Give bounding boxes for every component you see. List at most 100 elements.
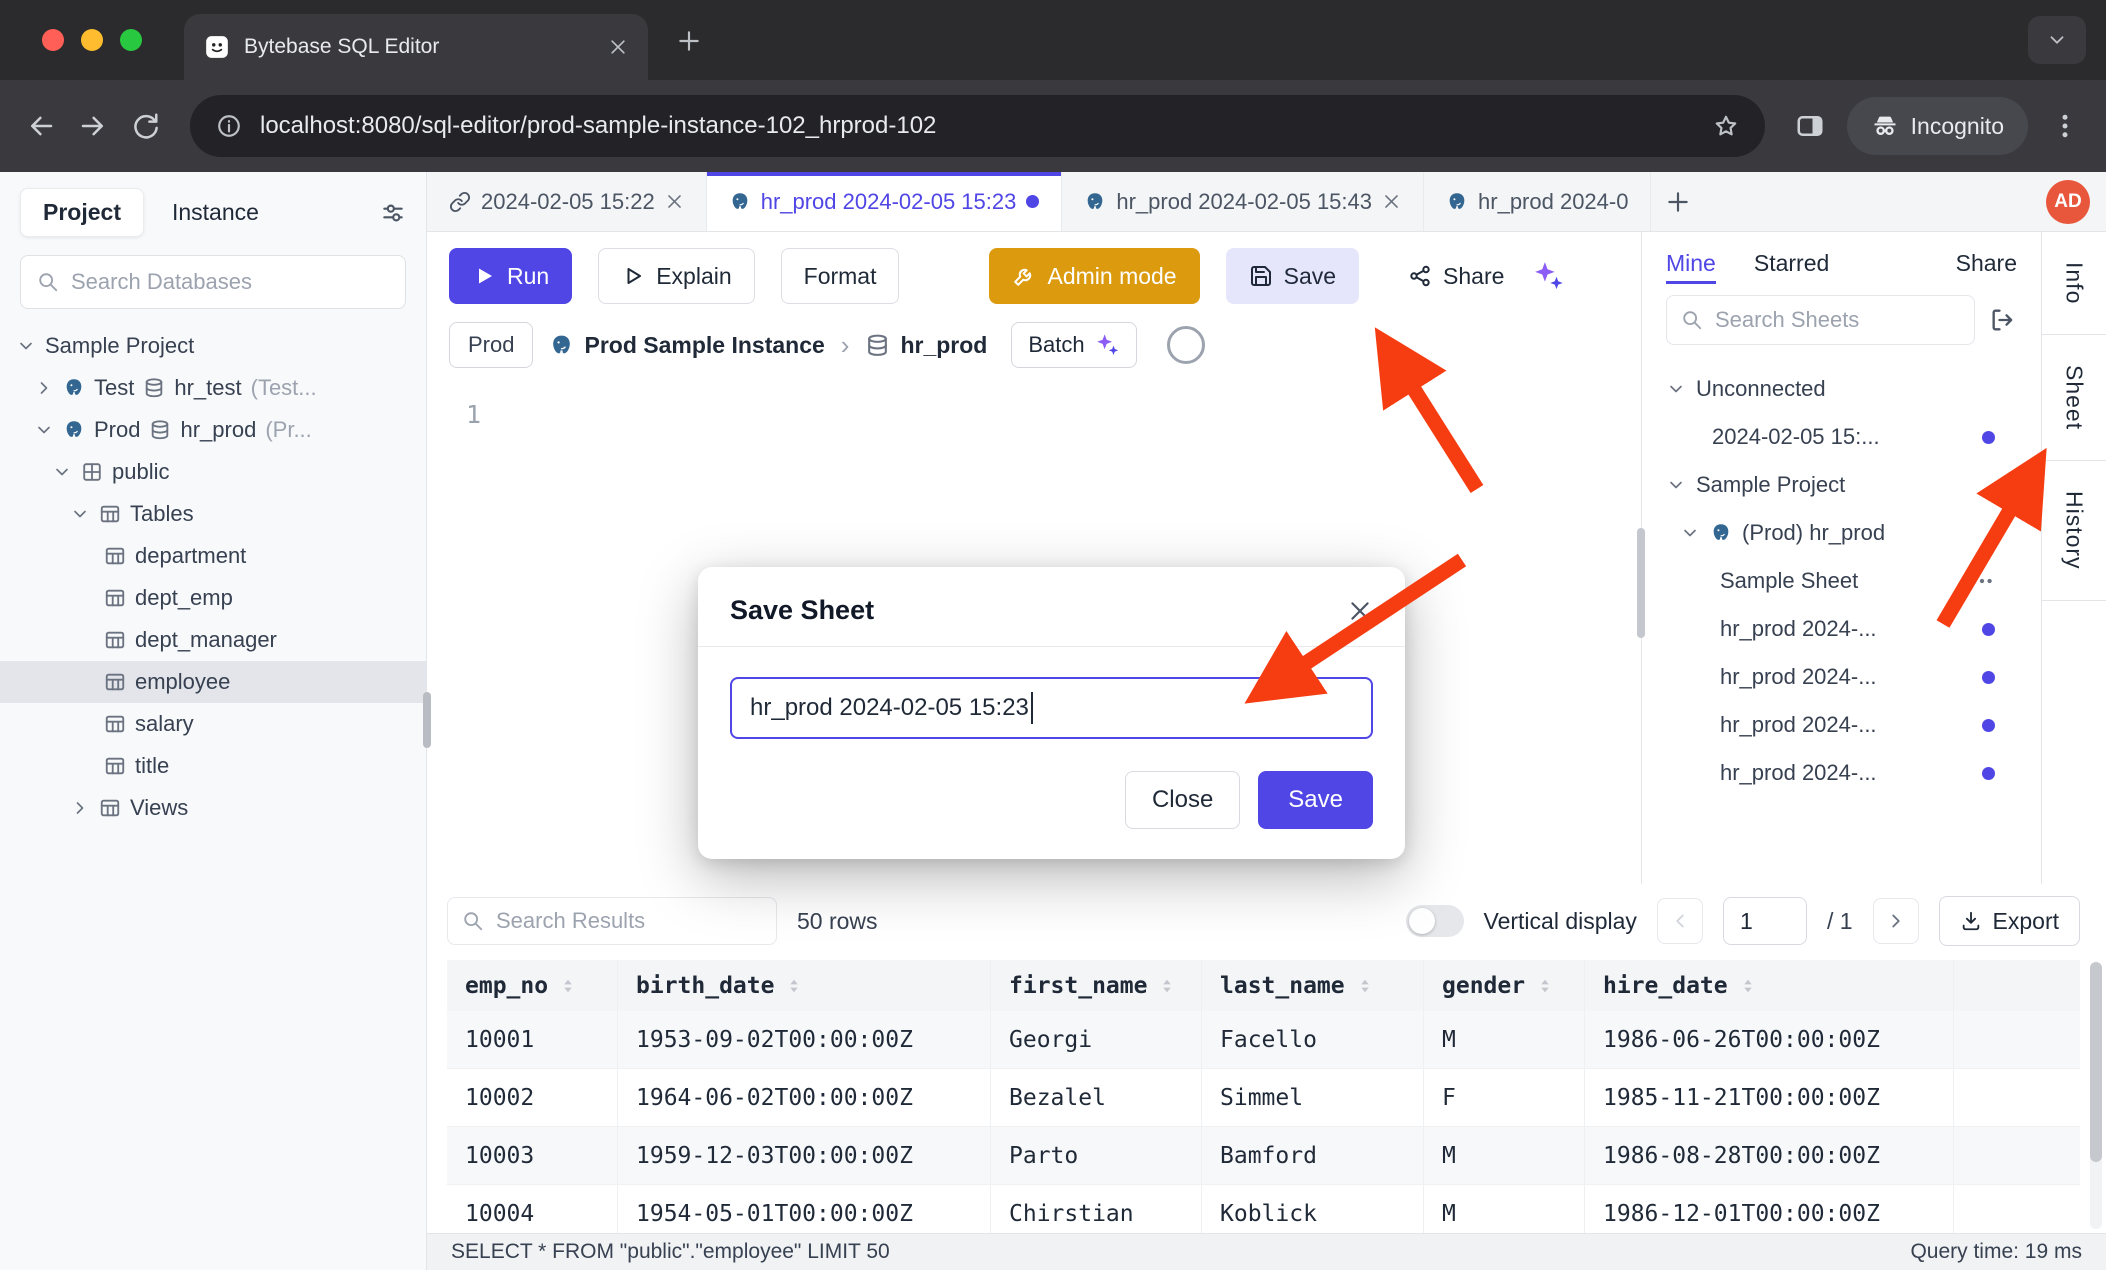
- tree-item[interactable]: Sample Project: [0, 325, 426, 367]
- chevron-down-icon[interactable]: [1666, 475, 1686, 495]
- column-header[interactable]: last_name: [1202, 960, 1424, 1011]
- save-button[interactable]: Save: [1226, 248, 1359, 304]
- tree-item[interactable]: Tables: [0, 493, 426, 535]
- worksheet-tab[interactable]: hr_prod 2024-02-05 15:43: [1062, 172, 1424, 231]
- page-number-input[interactable]: [1740, 908, 1790, 935]
- table-row[interactable]: 100031959-12-03T00:00:00ZPartoBamfordM19…: [447, 1127, 2080, 1185]
- table-row[interactable]: 100011953-09-02T00:00:00ZGeorgiFacelloM1…: [447, 1011, 2080, 1069]
- sort-icon[interactable]: [1535, 976, 1555, 996]
- close-tab-icon[interactable]: [665, 192, 684, 211]
- chevron-down-icon[interactable]: [70, 504, 90, 524]
- sheet-search-input[interactable]: [1715, 307, 1960, 333]
- tree-item[interactable]: department: [0, 535, 426, 577]
- dock-tab[interactable]: History: [2042, 461, 2106, 601]
- sheet-item[interactable]: 2024-02-05 15:...: [1642, 413, 2041, 461]
- environment-chip[interactable]: Prod: [449, 322, 533, 368]
- sidebar-tab[interactable]: Project: [20, 188, 144, 237]
- panel-resize-handle[interactable]: [1637, 528, 1645, 638]
- batch-button[interactable]: Batch: [1011, 322, 1136, 368]
- sheet-item[interactable]: hr_prod 2024-...: [1642, 749, 2041, 797]
- chevron-down-icon[interactable]: [1680, 523, 1700, 543]
- sidebar-resize-handle[interactable]: [423, 692, 431, 748]
- dialog-close-icon[interactable]: [1347, 598, 1373, 624]
- back-icon[interactable]: [26, 111, 56, 141]
- database-search[interactable]: [20, 255, 406, 309]
- worksheet-tab[interactable]: hr_prod 2024-0: [1424, 172, 1651, 231]
- bookmark-star-icon[interactable]: [1713, 113, 1739, 139]
- chevron-down-icon[interactable]: [52, 462, 72, 482]
- tree-item[interactable]: Views: [0, 787, 426, 829]
- results-search[interactable]: [447, 897, 777, 945]
- window-close-button[interactable]: [42, 29, 64, 51]
- prev-page-button[interactable]: [1657, 898, 1703, 944]
- refresh-icon[interactable]: [130, 111, 160, 141]
- collapse-panel-icon[interactable]: [1989, 306, 2017, 334]
- column-header[interactable]: hire_date: [1585, 960, 1954, 1011]
- results-search-input[interactable]: [496, 908, 762, 934]
- table-row[interactable]: 100041954-05-01T00:00:00ZChirstianKoblic…: [447, 1185, 2080, 1233]
- side-panel-icon[interactable]: [1795, 111, 1825, 141]
- run-button[interactable]: Run: [449, 248, 572, 304]
- sheet-item[interactable]: (Prod) hr_prod: [1642, 509, 2041, 557]
- chevron-down-icon[interactable]: [16, 336, 36, 356]
- browser-tab[interactable]: Bytebase SQL Editor: [184, 14, 648, 80]
- tree-item[interactable]: dept_emp: [0, 577, 426, 619]
- results-scrollbar[interactable]: [2090, 962, 2102, 1229]
- chevron-down-icon[interactable]: [34, 420, 54, 440]
- sort-icon[interactable]: [784, 976, 804, 996]
- site-info-icon[interactable]: [216, 113, 242, 139]
- dock-tab[interactable]: Sheet: [2042, 335, 2106, 461]
- database-crumb[interactable]: hr_prod: [865, 332, 987, 359]
- dialog-save-button[interactable]: Save: [1258, 771, 1373, 829]
- tab-list-button[interactable]: [2028, 16, 2086, 64]
- sheet-tab[interactable]: Starred: [1754, 250, 1829, 277]
- window-zoom-button[interactable]: [120, 29, 142, 51]
- tree-item[interactable]: title: [0, 745, 426, 787]
- sidebar-tab[interactable]: Instance: [150, 189, 281, 236]
- filter-icon[interactable]: [380, 200, 406, 226]
- table-row[interactable]: 100021964-06-02T00:00:00ZBezalelSimmelF1…: [447, 1069, 2080, 1127]
- tab-close-icon[interactable]: [608, 37, 628, 57]
- url-bar[interactable]: localhost:8080/sql-editor/prod-sample-in…: [190, 95, 1765, 157]
- browser-menu-icon[interactable]: [2050, 111, 2080, 141]
- tree-item[interactable]: employee: [0, 661, 426, 703]
- chevron-right-icon[interactable]: [70, 798, 90, 818]
- tree-item[interactable]: Prod hr_prod (Pr...: [0, 409, 426, 451]
- new-tab-button[interactable]: [676, 28, 702, 54]
- explain-button[interactable]: Explain: [598, 248, 754, 304]
- ai-assistant-icon[interactable]: [1167, 326, 1205, 364]
- close-tab-icon[interactable]: [1382, 192, 1401, 211]
- worksheet-tab[interactable]: 2024-02-05 15:22: [427, 172, 707, 231]
- user-avatar[interactable]: AD: [2046, 180, 2090, 224]
- page-input[interactable]: [1723, 897, 1807, 945]
- admin-mode-button[interactable]: Admin mode: [989, 248, 1199, 304]
- column-header[interactable]: gender: [1424, 960, 1585, 1011]
- database-search-input[interactable]: [71, 269, 389, 295]
- more-menu-icon[interactable]: [1969, 568, 1995, 594]
- sheet-item[interactable]: hr_prod 2024-...: [1642, 605, 2041, 653]
- window-minimize-button[interactable]: [81, 29, 103, 51]
- instance-crumb[interactable]: Prod Sample Instance: [549, 332, 824, 359]
- sheet-item[interactable]: Sample Project: [1642, 461, 2041, 509]
- tree-item[interactable]: salary: [0, 703, 426, 745]
- chevron-down-icon[interactable]: [1666, 379, 1686, 399]
- column-header[interactable]: birth_date: [618, 960, 991, 1011]
- sheet-item[interactable]: Unconnected: [1642, 365, 2041, 413]
- sheet-item[interactable]: Sample Sheet: [1642, 557, 2041, 605]
- chevron-right-icon[interactable]: [34, 378, 54, 398]
- sheet-tab[interactable]: Mine: [1666, 250, 1716, 277]
- sheet-item[interactable]: hr_prod 2024-...: [1642, 701, 2041, 749]
- sheet-search[interactable]: [1666, 295, 1975, 345]
- sheet-name-input[interactable]: hr_prod 2024-02-05 15:23: [730, 677, 1373, 739]
- sort-icon[interactable]: [558, 976, 578, 996]
- sort-icon[interactable]: [1355, 976, 1375, 996]
- new-worksheet-button[interactable]: [1665, 189, 1691, 215]
- column-header[interactable]: emp_no: [447, 960, 618, 1011]
- scrollbar-thumb[interactable]: [2090, 962, 2102, 1162]
- dialog-close-button[interactable]: Close: [1125, 771, 1240, 829]
- column-header[interactable]: first_name: [991, 960, 1202, 1011]
- share-button[interactable]: Share: [1385, 248, 1511, 304]
- sheet-item[interactable]: hr_prod 2024-...: [1642, 653, 2041, 701]
- forward-icon[interactable]: [78, 111, 108, 141]
- sheet-tab[interactable]: Share: [1956, 250, 2017, 277]
